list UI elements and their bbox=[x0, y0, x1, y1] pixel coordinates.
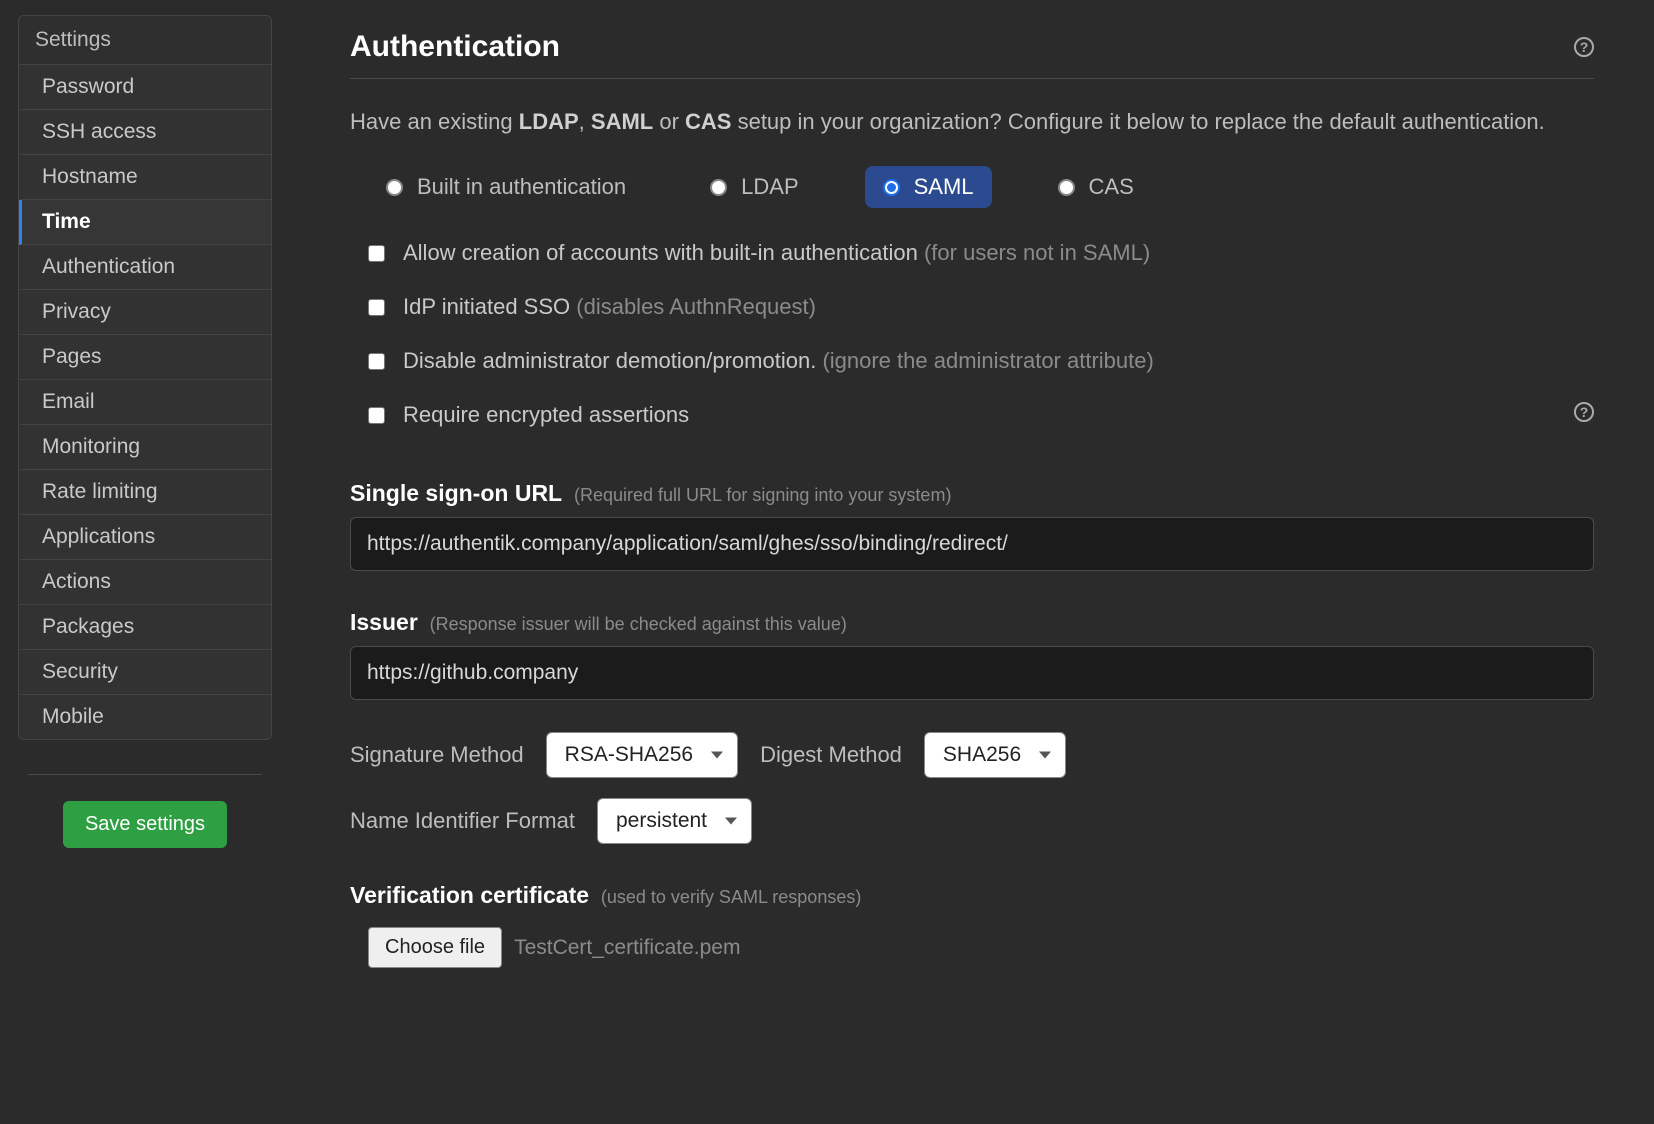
page-title: Authentication bbox=[350, 30, 560, 64]
require-encrypted-assertions-label: Require encrypted assertions bbox=[403, 402, 689, 428]
sidebar-item-authentication[interactable]: Authentication bbox=[19, 245, 271, 290]
auth-method-builtin-label: Built in authentication bbox=[417, 174, 626, 200]
sidebar-item-applications[interactable]: Applications bbox=[19, 515, 271, 560]
chevron-down-icon bbox=[711, 752, 723, 759]
radio-icon bbox=[883, 179, 900, 196]
verification-certificate-hint: (used to verify SAML responses) bbox=[601, 887, 861, 907]
radio-icon bbox=[1058, 179, 1075, 196]
allow-builtin-accounts-checkbox[interactable] bbox=[368, 245, 385, 262]
disable-admin-demotion-checkbox[interactable] bbox=[368, 353, 385, 370]
sso-url-field: Single sign-on URL (Required full URL fo… bbox=[350, 480, 1594, 571]
auth-method-saml-label: SAML bbox=[914, 174, 974, 200]
idp-sso-hint: (disables AuthnRequest) bbox=[576, 294, 816, 319]
require-encrypted-assertions-checkbox[interactable] bbox=[368, 407, 385, 424]
digest-method-label: Digest Method bbox=[760, 742, 902, 768]
sidebar-item-password[interactable]: Password bbox=[19, 65, 271, 110]
intro-prefix: Have an existing bbox=[350, 109, 519, 134]
sso-url-hint: (Required full URL for signing into your… bbox=[574, 485, 951, 505]
signature-method-select[interactable]: RSA-SHA256 bbox=[546, 732, 738, 778]
intro-sep2: or bbox=[653, 109, 685, 134]
main-content: Authentication ? Have an existing LDAP, … bbox=[290, 0, 1654, 1124]
intro-text: Have an existing LDAP, SAML or CAS setup… bbox=[350, 105, 1594, 138]
verification-certificate-label: Verification certificate bbox=[350, 882, 589, 908]
issuer-label: Issuer bbox=[350, 609, 418, 635]
auth-method-saml[interactable]: SAML bbox=[865, 166, 992, 208]
sidebar-title: Settings bbox=[19, 16, 271, 65]
chevron-down-icon bbox=[725, 818, 737, 825]
disable-admin-text: Disable administrator demotion/promotion… bbox=[403, 348, 816, 373]
sso-url-label: Single sign-on URL bbox=[350, 480, 562, 506]
allow-builtin-accounts-row: Allow creation of accounts with built-in… bbox=[350, 226, 1594, 280]
issuer-hint: (Response issuer will be checked against… bbox=[430, 614, 847, 634]
verification-certificate-field: Verification certificate (used to verify… bbox=[350, 882, 1594, 968]
nameid-format-select[interactable]: persistent bbox=[597, 798, 752, 844]
radio-icon bbox=[710, 179, 727, 196]
issuer-field: Issuer (Response issuer will be checked … bbox=[350, 609, 1594, 700]
digest-method-select[interactable]: SHA256 bbox=[924, 732, 1066, 778]
idp-initiated-sso-row: IdP initiated SSO (disables AuthnRequest… bbox=[350, 280, 1594, 334]
help-icon[interactable]: ? bbox=[1574, 37, 1594, 57]
nameid-row: Name Identifier Format persistent bbox=[350, 798, 1594, 844]
radio-icon bbox=[386, 179, 403, 196]
nameid-format-label: Name Identifier Format bbox=[350, 808, 575, 834]
issuer-input[interactable] bbox=[350, 646, 1594, 700]
page-header: Authentication ? bbox=[350, 30, 1594, 79]
signature-method-value: RSA-SHA256 bbox=[565, 743, 693, 767]
auth-method-builtin[interactable]: Built in authentication bbox=[368, 166, 644, 208]
auth-method-ldap[interactable]: LDAP bbox=[692, 166, 816, 208]
sidebar-item-pages[interactable]: Pages bbox=[19, 335, 271, 380]
allow-builtin-hint: (for users not in SAML) bbox=[924, 240, 1150, 265]
sidebar-divider bbox=[28, 774, 262, 775]
intro-suffix: setup in your organization? Configure it… bbox=[731, 109, 1544, 134]
sidebar-item-ssh-access[interactable]: SSH access bbox=[19, 110, 271, 155]
allow-builtin-accounts-label: Allow creation of accounts with built-in… bbox=[403, 240, 1150, 266]
intro-cas: CAS bbox=[685, 109, 731, 134]
intro-saml: SAML bbox=[591, 109, 653, 134]
sidebar-item-hostname[interactable]: Hostname bbox=[19, 155, 271, 200]
auth-method-cas-label: CAS bbox=[1089, 174, 1134, 200]
save-settings-button[interactable]: Save settings bbox=[63, 801, 227, 848]
intro-sep1: , bbox=[579, 109, 591, 134]
sidebar-item-email[interactable]: Email bbox=[19, 380, 271, 425]
sidebar-item-security[interactable]: Security bbox=[19, 650, 271, 695]
auth-method-radio-group: Built in authentication LDAP SAML CAS bbox=[350, 166, 1594, 208]
sidebar-item-rate-limiting[interactable]: Rate limiting bbox=[19, 470, 271, 515]
require-encrypted-assertions-row: Require encrypted assertions ? bbox=[350, 388, 1594, 442]
disable-admin-hint: (ignore the administrator attribute) bbox=[822, 348, 1153, 373]
help-icon[interactable]: ? bbox=[1574, 402, 1594, 422]
digest-method-value: SHA256 bbox=[943, 743, 1021, 767]
idp-initiated-sso-checkbox[interactable] bbox=[368, 299, 385, 316]
sidebar-item-time[interactable]: Time bbox=[19, 200, 271, 245]
nameid-format-value: persistent bbox=[616, 809, 707, 833]
sidebar-item-actions[interactable]: Actions bbox=[19, 560, 271, 605]
signature-method-label: Signature Method bbox=[350, 742, 524, 768]
idp-sso-text: IdP initiated SSO bbox=[403, 294, 570, 319]
method-selects-row: Signature Method RSA-SHA256 Digest Metho… bbox=[350, 732, 1594, 778]
intro-ldap: LDAP bbox=[519, 109, 579, 134]
chevron-down-icon bbox=[1039, 752, 1051, 759]
sso-url-input[interactable] bbox=[350, 517, 1594, 571]
auth-method-ldap-label: LDAP bbox=[741, 174, 798, 200]
sidebar-item-monitoring[interactable]: Monitoring bbox=[19, 425, 271, 470]
sidebar: Settings Password SSH access Hostname Ti… bbox=[0, 0, 290, 1124]
disable-admin-demotion-row: Disable administrator demotion/promotion… bbox=[350, 334, 1594, 388]
sidebar-item-mobile[interactable]: Mobile bbox=[19, 695, 271, 739]
sidebar-item-packages[interactable]: Packages bbox=[19, 605, 271, 650]
disable-admin-demotion-label: Disable administrator demotion/promotion… bbox=[403, 348, 1154, 374]
allow-builtin-text: Allow creation of accounts with built-in… bbox=[403, 240, 918, 265]
choose-file-button[interactable]: Choose file bbox=[368, 927, 502, 968]
sidebar-item-privacy[interactable]: Privacy bbox=[19, 290, 271, 335]
chosen-file-name: TestCert_certificate.pem bbox=[514, 936, 740, 960]
sidebar-panel: Settings Password SSH access Hostname Ti… bbox=[18, 15, 272, 740]
auth-method-cas[interactable]: CAS bbox=[1040, 166, 1152, 208]
idp-initiated-sso-label: IdP initiated SSO (disables AuthnRequest… bbox=[403, 294, 816, 320]
